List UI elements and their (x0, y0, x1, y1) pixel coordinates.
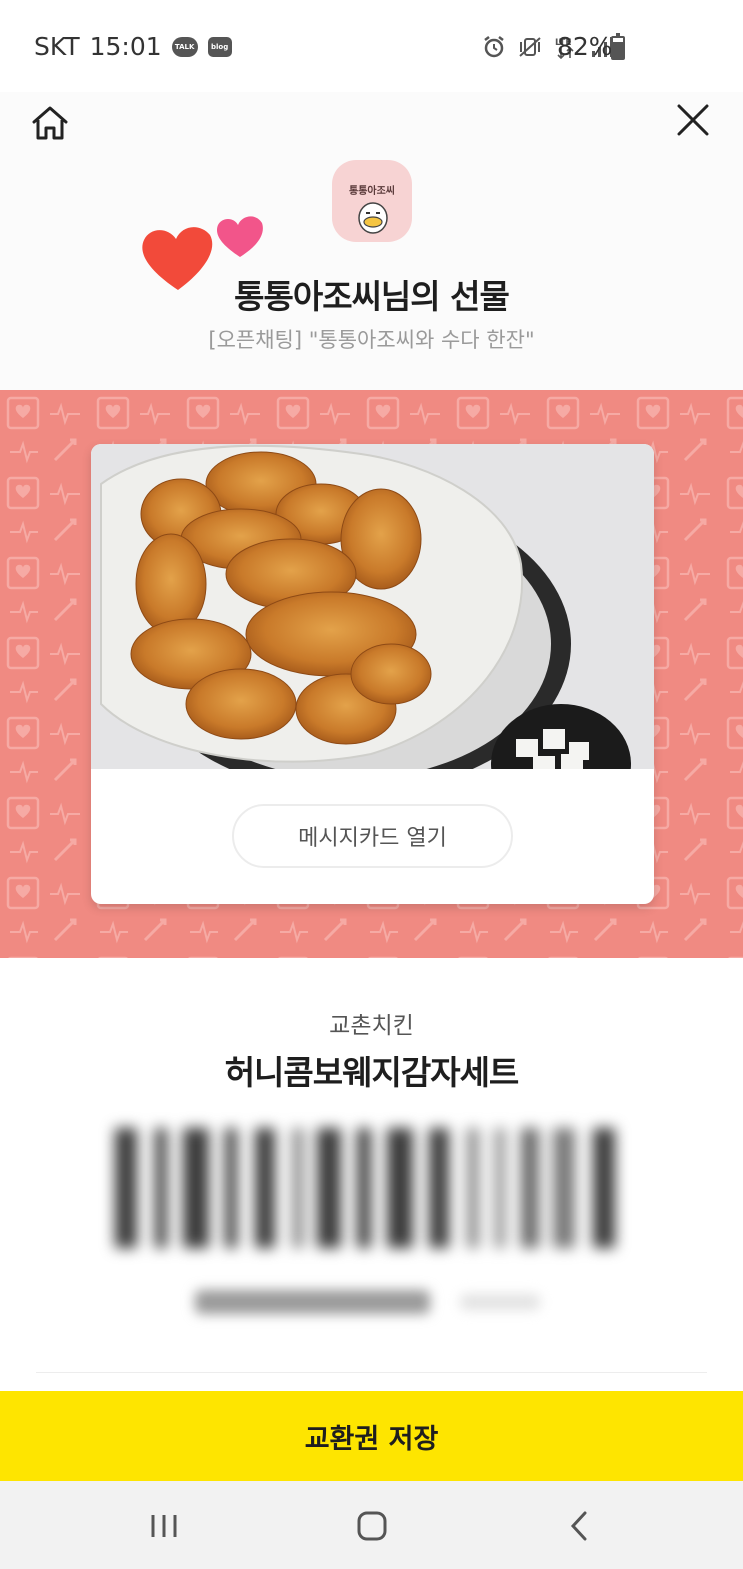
divider (36, 1372, 707, 1373)
chatroom-subtitle: [오픈채팅] "통통아조씨와 수다 한잔" (208, 328, 535, 352)
product-name: 허니콤보웨지감자세트 (224, 1053, 520, 1092)
back-icon[interactable] (557, 1503, 603, 1549)
battery-level (613, 41, 623, 58)
clock: 15:01 (89, 32, 162, 61)
navigation-bar (0, 1481, 743, 1569)
battery-icon (611, 33, 625, 60)
barcode-number (195, 1290, 540, 1314)
duck-character-icon (358, 202, 388, 234)
product-image (91, 444, 654, 769)
carrier-label: SKT (34, 32, 80, 61)
close-icon[interactable] (669, 98, 717, 146)
sender-avatar: 통통아조씨 (332, 160, 412, 242)
vibrate-mute-icon (519, 37, 541, 57)
alarm-icon (484, 36, 504, 58)
message-card-button[interactable]: 메시지카드 열기 (232, 804, 513, 868)
brand-name: 교촌치킨 (329, 1013, 414, 1039)
recent-apps-icon[interactable] (141, 1503, 187, 1549)
home-icon[interactable] (26, 100, 74, 148)
blog-notification-icon: blog (207, 36, 232, 57)
gift-card: 메시지카드 열기 (91, 444, 654, 904)
home-nav-icon[interactable] (349, 1503, 395, 1549)
sender-title: 통통아조씨님의 선물 (234, 277, 510, 316)
status-bar: SKT 15:01 TALK blog LTE 82% (0, 0, 743, 92)
avatar-text: 통통아조씨 (349, 186, 395, 197)
kakaotalk-notification-icon: TALK (171, 36, 198, 57)
status-left: SKT 15:01 TALK blog (34, 32, 232, 61)
battery-percent: 82% (557, 32, 613, 61)
save-coupon-button[interactable]: 교환권 저장 (0, 1391, 743, 1481)
